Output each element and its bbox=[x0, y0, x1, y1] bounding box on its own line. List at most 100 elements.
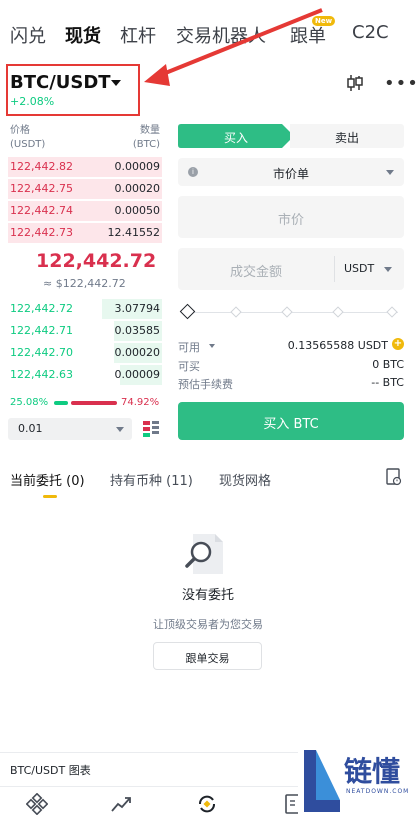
pair-change: +2.08% bbox=[10, 95, 55, 108]
active-tab-indicator bbox=[43, 495, 57, 498]
empty-document-search-icon bbox=[185, 534, 223, 574]
order-type-value: 市价单 bbox=[272, 167, 309, 181]
bid-row[interactable]: 122,442.63 0.00009 bbox=[8, 364, 162, 386]
caret-down-icon[interactable] bbox=[111, 80, 121, 86]
buy-btc-button-label: 买入 BTC bbox=[263, 417, 319, 432]
ask-price: 122,442.75 bbox=[10, 182, 73, 195]
qty-header-unit: (BTC) bbox=[132, 139, 160, 150]
price-column-header: 价格 (USDT) bbox=[10, 124, 45, 152]
ask-row[interactable]: 122,442.74 0.00050 bbox=[8, 200, 162, 222]
price-header-label: 价格 bbox=[10, 125, 30, 136]
markets-chart-icon[interactable] bbox=[110, 793, 132, 815]
bid-row[interactable]: 122,442.72 3.07794 bbox=[8, 298, 162, 320]
order-type-select[interactable]: i 市价单 bbox=[178, 158, 404, 186]
bid-qty: 0.00020 bbox=[114, 346, 161, 359]
bid-row[interactable]: 122,442.70 0.00020 bbox=[8, 342, 162, 364]
slider-thumb[interactable] bbox=[179, 303, 196, 320]
sell-tab[interactable]: 卖出 bbox=[290, 124, 404, 148]
chart-toggle-label: BTC/USDT 图表 bbox=[10, 764, 91, 777]
tab-spot-grid[interactable]: 现货网格 bbox=[219, 470, 271, 489]
slider-step-75[interactable] bbox=[332, 306, 344, 318]
copy-trading-button-label: 跟单交易 bbox=[185, 652, 230, 665]
home-logo-icon[interactable] bbox=[26, 793, 48, 815]
ask-qty: 0.00020 bbox=[114, 182, 161, 195]
last-price: 122,442.72 bbox=[36, 250, 157, 272]
fee-value: -- BTC bbox=[371, 376, 404, 389]
buy-btc-button[interactable]: 买入 BTC bbox=[178, 402, 404, 440]
slider-step-50[interactable] bbox=[281, 306, 293, 318]
available-row: 可用 0.13565588 USDT + bbox=[178, 338, 404, 354]
caret-down-icon bbox=[116, 427, 124, 432]
orderbook-layout-icon[interactable] bbox=[142, 420, 160, 438]
bid-row[interactable]: 122,442.71 0.03585 bbox=[8, 320, 162, 342]
tab-holdings[interactable]: 持有币种 (11) bbox=[110, 470, 193, 489]
qty-column-header: 数量 (BTC) bbox=[128, 124, 160, 152]
sell-ratio-bar bbox=[71, 401, 117, 405]
slider-step-100[interactable] bbox=[386, 306, 398, 318]
top-tab-bar: 闪兑 现货 杠杆 交易机器人 跟单 New C2C bbox=[0, 0, 416, 64]
ask-qty: 12.41552 bbox=[107, 226, 161, 239]
bid-price: 122,442.72 bbox=[10, 302, 73, 315]
new-badge: New bbox=[312, 16, 336, 26]
can-buy-label: 可买 bbox=[178, 360, 200, 373]
bid-price: 122,442.71 bbox=[10, 324, 73, 337]
buy-ratio: 25.08% bbox=[10, 397, 49, 408]
caret-down-icon[interactable] bbox=[384, 267, 392, 272]
sell-ratio: 74.92% bbox=[121, 397, 160, 408]
bid-qty: 0.00009 bbox=[114, 368, 161, 381]
buy-ratio-bar bbox=[54, 401, 68, 405]
trade-exchange-icon[interactable] bbox=[196, 793, 218, 815]
available-label[interactable]: 可用 bbox=[178, 339, 200, 355]
more-icon[interactable]: ••• bbox=[384, 73, 416, 94]
buy-tab-label: 买入 bbox=[223, 131, 248, 145]
ask-price: 122,442.73 bbox=[10, 226, 73, 239]
add-funds-icon[interactable]: + bbox=[392, 338, 404, 350]
ask-row[interactable]: 122,442.73 12.41552 bbox=[8, 222, 162, 244]
amount-unit-select[interactable]: USDT bbox=[344, 262, 374, 275]
ask-row[interactable]: 122,442.82 0.00009 bbox=[8, 156, 162, 178]
ask-price: 122,442.74 bbox=[10, 204, 73, 217]
bid-price: 122,442.70 bbox=[10, 346, 73, 359]
tab-c2c[interactable]: C2C bbox=[352, 22, 389, 43]
empty-state-title: 没有委托 bbox=[181, 588, 234, 603]
watermark-text: 链懂 bbox=[344, 755, 401, 788]
order-history-icon[interactable] bbox=[386, 468, 402, 486]
depth-precision-value: 0.01 bbox=[18, 422, 43, 435]
can-buy-value: 0 BTC bbox=[372, 358, 404, 371]
bid-qty: 3.07794 bbox=[114, 302, 161, 315]
ask-row[interactable]: 122,442.75 0.00020 bbox=[8, 178, 162, 200]
last-price-fiat: ≈ $122,442.72 bbox=[43, 277, 126, 290]
watermark-logo: 链懂 NEATDOWN.COM bbox=[298, 744, 416, 818]
price-input[interactable]: 市价 bbox=[178, 196, 404, 238]
bid-price: 122,442.63 bbox=[10, 368, 73, 381]
caret-down-icon[interactable] bbox=[209, 344, 215, 348]
pair-selector[interactable]: BTC/USDT bbox=[10, 72, 111, 93]
tab-margin[interactable]: 杠杆 bbox=[120, 22, 156, 48]
watermark-l-icon bbox=[304, 750, 340, 812]
depth-precision-select[interactable]: 0.01 bbox=[8, 418, 132, 440]
available-value: 0.13565588 USDT bbox=[287, 339, 388, 352]
amount-input[interactable]: 成交金额 USDT bbox=[178, 248, 404, 290]
tab-trading-bots[interactable]: 交易机器人 bbox=[176, 22, 266, 48]
ask-qty: 0.00009 bbox=[114, 160, 161, 173]
candlestick-chart-icon[interactable] bbox=[346, 74, 364, 92]
amount-placeholder: 成交金额 bbox=[229, 265, 282, 280]
can-buy-row: 可买 0 BTC bbox=[178, 357, 404, 373]
tab-open-orders[interactable]: 当前委托 (0) bbox=[10, 470, 85, 489]
caret-down-icon bbox=[386, 170, 394, 175]
price-placeholder: 市价 bbox=[277, 213, 304, 228]
qty-header-label: 数量 bbox=[140, 125, 160, 136]
fee-row: 预估手续费 -- BTC bbox=[178, 375, 404, 391]
divider bbox=[334, 256, 335, 282]
buy-tab[interactable]: 买入 bbox=[178, 124, 294, 148]
tab-spot[interactable]: 现货 bbox=[65, 22, 101, 48]
ask-price: 122,442.82 bbox=[10, 160, 73, 173]
orders-tab-bar: 当前委托 (0) 持有币种 (11) 现货网格 bbox=[0, 462, 416, 502]
ask-qty: 0.00050 bbox=[114, 204, 161, 217]
tab-convert[interactable]: 闪兑 bbox=[10, 22, 46, 48]
empty-state-subtitle: 让顶级交易者为您交易 bbox=[153, 618, 263, 631]
price-header-unit: (USDT) bbox=[10, 139, 46, 150]
copy-trading-button[interactable]: 跟单交易 bbox=[153, 642, 262, 670]
sell-tab-label: 卖出 bbox=[334, 131, 359, 145]
slider-step-25[interactable] bbox=[230, 306, 242, 318]
